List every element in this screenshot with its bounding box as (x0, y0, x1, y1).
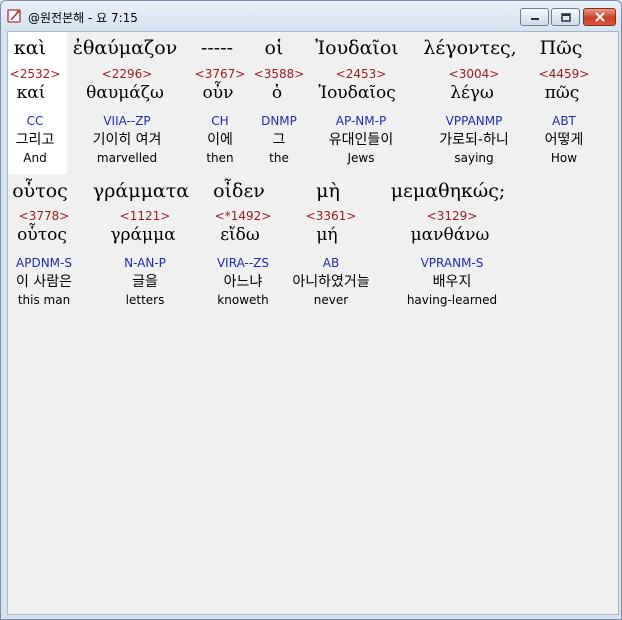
greek-word[interactable]: ἐθαύμαζον (73, 37, 177, 59)
morph-code[interactable]: CH (211, 114, 228, 128)
lemma: ὁ (271, 83, 283, 103)
lemma: εἴδω (220, 225, 260, 245)
lemma: Ἰουδαῖος (318, 83, 396, 103)
english-gloss: How (550, 151, 578, 165)
korean-gloss: 유대인들이 (328, 132, 394, 148)
strong-number[interactable]: <3361> (306, 209, 357, 223)
english-gloss: never (313, 293, 349, 307)
greek-word[interactable]: γράμματα (93, 180, 189, 202)
korean-gloss: 글을 (132, 274, 158, 290)
strong-number[interactable]: <2453> (336, 67, 387, 81)
title-bar[interactable]: @원전본해 - 요 7:15 (1, 1, 621, 31)
lemma: λέγω (450, 83, 494, 103)
english-gloss: knoweth (217, 293, 269, 307)
morph-code[interactable]: AB (323, 256, 339, 270)
greek-word[interactable]: οἱ (265, 37, 284, 59)
app-window: @원전본해 - 요 7:15 καὶ <2532> καί CC 그리고 And… (0, 0, 622, 620)
english-gloss: Jews (347, 151, 375, 165)
morph-code[interactable]: AP-NM-P (336, 114, 386, 128)
lemma: οὗτος (17, 225, 67, 245)
morph-code[interactable]: N-AN-P (124, 256, 166, 270)
english-gloss: this man (17, 293, 71, 307)
greek-word[interactable]: καὶ (14, 37, 46, 59)
english-gloss: then (206, 151, 234, 165)
morph-code[interactable]: CC (27, 114, 44, 128)
korean-gloss: 가로되-하니 (439, 132, 509, 148)
morph-code[interactable]: VPRANM-S (421, 256, 484, 270)
korean-gloss: 이 사람은 (16, 274, 72, 290)
minimize-button[interactable] (520, 8, 549, 26)
maximize-button[interactable] (551, 8, 580, 26)
strong-number[interactable]: <*1492> (215, 209, 272, 223)
morph-code[interactable]: VIIA--ZP (103, 114, 150, 128)
korean-gloss: 이에 (207, 132, 233, 148)
korean-gloss: 그 (272, 132, 286, 148)
greek-word[interactable]: οὗτος (12, 180, 68, 202)
morph-code[interactable]: VIRA--ZS (217, 256, 269, 270)
lemma: οὖν (202, 83, 234, 103)
korean-gloss: 아느냐 (223, 274, 263, 290)
lemma: θαυμάζω (86, 83, 164, 103)
korean-gloss: 아니하였거늘 (292, 274, 370, 290)
lemma: μανθάνω (410, 225, 490, 245)
lemma: πῶς (544, 83, 580, 103)
korean-gloss: 그리고 (15, 132, 55, 148)
korean-gloss: 어떻게 (544, 132, 584, 148)
korean-gloss: 기이히 여겨 (92, 132, 162, 148)
greek-word[interactable]: ----- (201, 37, 233, 59)
window-title: @원전본해 - 요 7:15 (28, 11, 138, 25)
greek-word[interactable]: οἶδεν (213, 180, 265, 202)
greek-word[interactable]: μεμαθηκώς; (391, 180, 506, 202)
strong-number[interactable]: <1121> (120, 209, 171, 223)
morph-code[interactable]: VPPANMP (446, 114, 503, 128)
greek-word[interactable]: λέγοντες, (423, 37, 516, 59)
minimize-icon (530, 18, 539, 20)
strong-number[interactable]: <3767> (195, 67, 246, 81)
morph-code[interactable]: APDNM-S (16, 256, 72, 270)
strong-number[interactable]: <3129> (427, 209, 478, 223)
strong-number[interactable]: <4459> (539, 67, 590, 81)
maximize-icon (560, 12, 571, 22)
strong-number[interactable]: <2296> (102, 67, 153, 81)
lemma: καί (16, 83, 46, 103)
close-button[interactable] (583, 8, 616, 26)
english-gloss: letters (125, 293, 165, 307)
greek-word[interactable]: μὴ (316, 180, 340, 202)
greek-word[interactable]: Ἰουδαῖοι (315, 37, 399, 59)
english-gloss: And (23, 151, 47, 165)
lemma: γράμμα (110, 225, 176, 245)
interlinear-panel: καὶ <2532> καί CC 그리고 And ἐθαύμαζον <229… (7, 31, 619, 615)
close-icon (594, 12, 605, 22)
morph-code[interactable]: DNMP (261, 114, 297, 128)
strong-number[interactable]: <3004> (449, 67, 500, 81)
english-gloss: saying (454, 151, 494, 165)
morph-code[interactable]: ABT (552, 114, 576, 128)
strong-number[interactable]: <3778> (19, 209, 70, 223)
lemma: μή (316, 225, 338, 245)
english-gloss: the (269, 151, 289, 165)
strong-number[interactable]: <2532> (10, 67, 61, 81)
app-icon (7, 8, 23, 24)
greek-word[interactable]: Πῶς (540, 37, 583, 59)
english-gloss: marvelled (96, 151, 158, 165)
strong-number[interactable]: <3588> (254, 67, 305, 81)
english-gloss: having-learned (406, 293, 498, 307)
korean-gloss: 배우지 (432, 274, 472, 290)
